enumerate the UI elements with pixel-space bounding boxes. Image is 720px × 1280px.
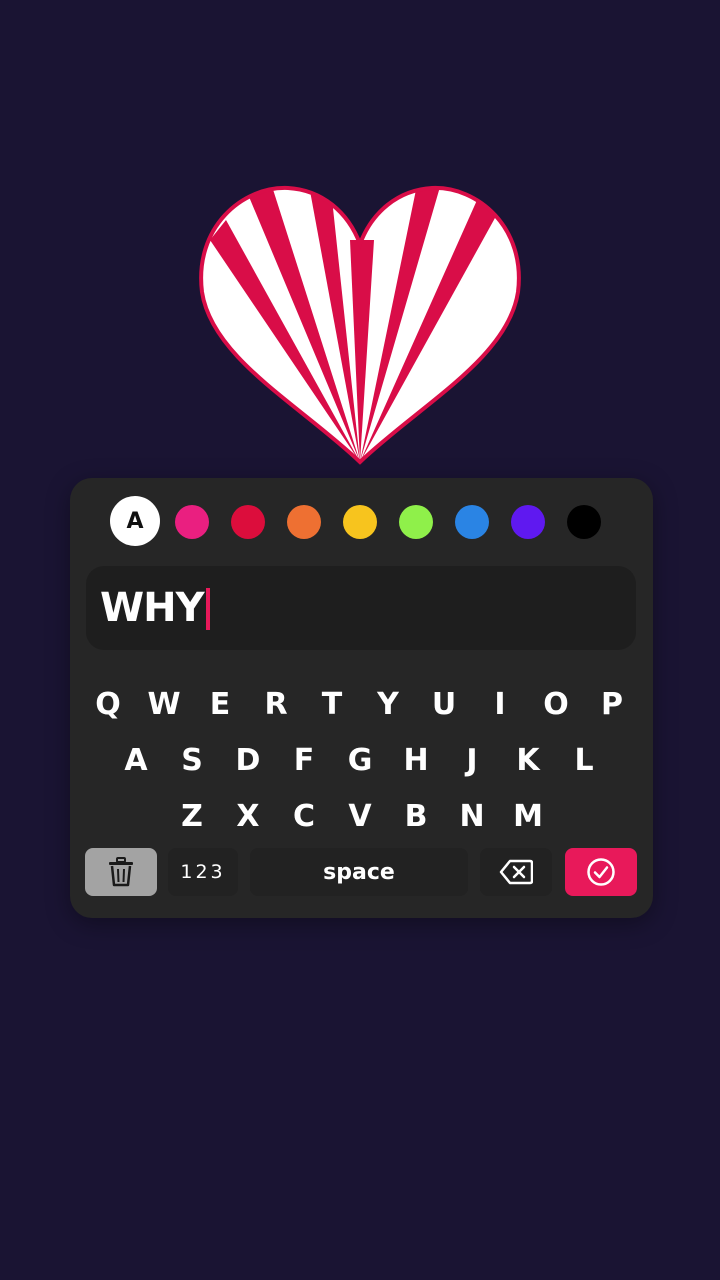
key-n[interactable]: N <box>452 794 492 838</box>
color-swatch-red[interactable] <box>231 505 265 539</box>
backspace-icon <box>499 859 533 885</box>
key-q[interactable]: Q <box>88 682 128 726</box>
key-y[interactable]: Y <box>368 682 408 726</box>
color-swatch-green[interactable] <box>399 505 433 539</box>
check-circle-icon <box>587 858 615 886</box>
text-input-field[interactable]: WHY <box>86 566 636 650</box>
key-z[interactable]: Z <box>172 794 212 838</box>
key-i[interactable]: I <box>480 682 520 726</box>
key-f[interactable]: F <box>284 738 324 782</box>
space-key[interactable]: space <box>250 848 468 896</box>
key-v[interactable]: V <box>340 794 380 838</box>
color-swatch-white-selected[interactable]: A <box>110 496 160 546</box>
color-swatch-yellow[interactable] <box>343 505 377 539</box>
key-b[interactable]: B <box>396 794 436 838</box>
key-j[interactable]: J <box>452 738 492 782</box>
color-palette: A <box>70 496 653 548</box>
numbers-key[interactable]: 123 <box>168 848 238 896</box>
color-swatch-black[interactable] <box>567 505 601 539</box>
key-k[interactable]: K <box>508 738 548 782</box>
key-c[interactable]: C <box>284 794 324 838</box>
delete-text-button[interactable] <box>85 848 157 896</box>
key-p[interactable]: P <box>592 682 632 726</box>
color-swatch-purple[interactable] <box>511 505 545 539</box>
key-m[interactable]: M <box>508 794 548 838</box>
color-swatch-pink[interactable] <box>175 505 209 539</box>
key-g[interactable]: G <box>340 738 380 782</box>
heart-text-sticker <box>190 180 530 470</box>
key-r[interactable]: R <box>256 682 296 726</box>
color-swatch-orange[interactable] <box>287 505 321 539</box>
trash-icon <box>109 857 133 887</box>
key-h[interactable]: H <box>396 738 436 782</box>
key-e[interactable]: E <box>200 682 240 726</box>
key-u[interactable]: U <box>424 682 464 726</box>
key-x[interactable]: X <box>228 794 268 838</box>
key-l[interactable]: L <box>564 738 604 782</box>
text-editor-panel: A WHY Q W E R T Y U I O P A S D F G H J … <box>70 478 653 918</box>
key-w[interactable]: W <box>144 682 184 726</box>
key-s[interactable]: S <box>172 738 212 782</box>
key-d[interactable]: D <box>228 738 268 782</box>
confirm-button[interactable] <box>565 848 637 896</box>
color-swatch-blue[interactable] <box>455 505 489 539</box>
key-o[interactable]: O <box>536 682 576 726</box>
backspace-key[interactable] <box>480 848 552 896</box>
key-a[interactable]: A <box>116 738 156 782</box>
text-input-value: WHY <box>100 585 205 631</box>
text-cursor <box>206 588 210 630</box>
key-t[interactable]: T <box>312 682 352 726</box>
